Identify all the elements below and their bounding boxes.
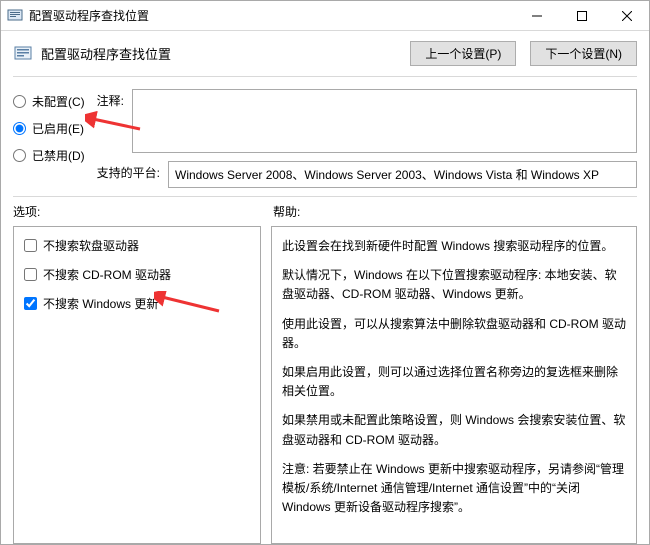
titlebar: 配置驱动程序查找位置 (1, 1, 649, 31)
radio-enabled[interactable]: 已启用(E) (13, 120, 85, 137)
page-title: 配置驱动程序查找位置 (41, 44, 396, 63)
minimize-button[interactable] (514, 1, 559, 31)
checkbox-no-windows-update[interactable]: 不搜索 Windows 更新 (24, 295, 250, 312)
help-text: 此设置会在找到新硬件时配置 Windows 搜索驱动程序的位置。 (282, 237, 626, 256)
help-text: 注意: 若要禁止在 Windows 更新中搜索驱动程序，另请参阅“管理模板/系统… (282, 460, 626, 518)
options-panel: 不搜索软盘驱动器 不搜索 CD-ROM 驱动器 不搜索 Windows 更新 (13, 226, 261, 544)
checkbox-no-windows-update-input[interactable] (24, 297, 37, 310)
help-text: 如果禁用或未配置此策略设置，则 Windows 会搜索安装位置、软盘驱动器和 C… (282, 411, 626, 449)
checkbox-no-cdrom[interactable]: 不搜索 CD-ROM 驱动器 (24, 266, 250, 283)
radio-disabled-input[interactable] (13, 149, 26, 162)
maximize-button[interactable] (559, 1, 604, 31)
radio-enabled-input[interactable] (13, 122, 26, 135)
platform-value: Windows Server 2008、Windows Server 2003、… (168, 161, 637, 188)
header-row: 配置驱动程序查找位置 上一个设置(P) 下一个设置(N) (1, 31, 649, 76)
comment-textarea[interactable] (132, 89, 637, 153)
comment-label: 注释: (97, 89, 124, 109)
help-text: 使用此设置，可以从搜索算法中删除软盘驱动器和 CD-ROM 驱动器。 (282, 315, 626, 353)
help-text: 如果启用此设置，则可以通过选择位置名称旁边的复选框来删除相关位置。 (282, 363, 626, 401)
help-text: 默认情况下，Windows 在以下位置搜索驱动程序: 本地安装、软盘驱动器、CD… (282, 266, 626, 304)
checkbox-no-floppy[interactable]: 不搜索软盘驱动器 (24, 237, 250, 254)
radio-not-configured-input[interactable] (13, 95, 26, 108)
help-panel[interactable]: 此设置会在找到新硬件时配置 Windows 搜索驱动程序的位置。 默认情况下，W… (271, 226, 637, 544)
prev-setting-button[interactable]: 上一个设置(P) (410, 41, 516, 66)
platform-label: 支持的平台: (97, 161, 160, 181)
help-section-label: 帮助: (273, 203, 637, 220)
close-button[interactable] (604, 1, 649, 31)
window-title: 配置驱动程序查找位置 (29, 7, 514, 24)
app-icon (7, 8, 23, 24)
policy-icon (13, 44, 33, 64)
options-section-label: 选项: (13, 203, 261, 220)
radio-disabled[interactable]: 已禁用(D) (13, 147, 85, 164)
next-setting-button[interactable]: 下一个设置(N) (530, 41, 637, 66)
state-radio-group: 未配置(C) 已启用(E) 已禁用(D) (13, 89, 85, 188)
radio-not-configured[interactable]: 未配置(C) (13, 93, 85, 110)
checkbox-no-floppy-input[interactable] (24, 239, 37, 252)
checkbox-no-cdrom-input[interactable] (24, 268, 37, 281)
